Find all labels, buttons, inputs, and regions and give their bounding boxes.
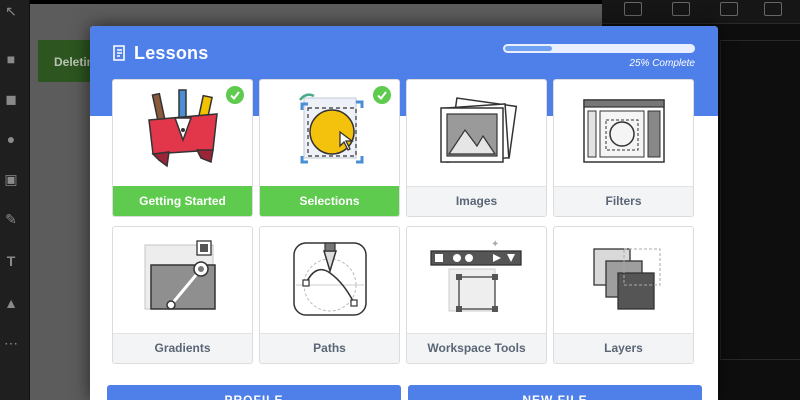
lesson-card-paths[interactable]: Paths	[259, 226, 400, 364]
lesson-card-selections[interactable]: Selections	[259, 79, 400, 217]
background-panel-border	[720, 40, 800, 360]
profile-button[interactable]: PROFILE	[107, 385, 401, 400]
lesson-label: Paths	[260, 333, 399, 363]
progress-bar	[503, 44, 695, 53]
arrow-tool-icon: ↖	[5, 3, 17, 19]
crop-tool-icon: ▣	[4, 171, 18, 187]
rounded-square-tool-icon: ◼	[5, 91, 17, 107]
lesson-label: Gradients	[113, 333, 252, 363]
filter-window-icon	[583, 99, 665, 163]
pen-path-icon	[293, 242, 367, 316]
lesson-card-images[interactable]: Images	[406, 79, 547, 217]
gradient-tool-icon	[144, 240, 216, 310]
svg-text:✦: ✦	[491, 239, 499, 250]
lesson-label: Getting Started	[113, 186, 252, 216]
lessons-modal: Lessons 25% Complete Getting Started Sel…	[90, 26, 718, 400]
lesson-card-getting-started[interactable]: Getting Started	[112, 79, 253, 217]
pencil-tool-icon: ✎	[5, 211, 17, 227]
topbar-icon	[764, 2, 782, 16]
text-tool-icon: T	[6, 253, 16, 269]
circle-tool-icon: ●	[6, 131, 16, 147]
bucket-tool-icon: ▲	[4, 295, 18, 311]
new-file-button[interactable]: NEW FILE	[408, 385, 702, 400]
topbar-icon	[720, 2, 738, 16]
lesson-label: Filters	[554, 186, 693, 216]
more-tools-icon: ⋯	[4, 335, 18, 351]
background-topbar	[602, 0, 800, 24]
lesson-card-gradients[interactable]: Gradients	[112, 226, 253, 364]
lesson-label: Workspace Tools	[407, 333, 546, 363]
topbar-icon	[624, 2, 642, 16]
completed-check-icon	[226, 86, 244, 104]
layers-icon	[593, 248, 661, 310]
lesson-card-workspace-tools[interactable]: ✦ Workspace Tools	[406, 226, 547, 364]
workspace-tools-icon: ✦	[430, 239, 522, 312]
lesson-label: Images	[407, 186, 546, 216]
progress-text: 25% Complete	[629, 58, 695, 69]
lesson-label: Layers	[554, 333, 693, 363]
square-tool-icon: ■	[6, 51, 16, 67]
lesson-card-filters[interactable]: Filters	[553, 79, 694, 217]
completed-check-icon	[373, 86, 391, 104]
lessons-book-icon	[113, 45, 125, 61]
modal-title: Lessons	[134, 43, 209, 63]
topbar-icon	[672, 2, 690, 16]
progress-fill	[505, 46, 552, 51]
lesson-label: Selections	[260, 186, 399, 216]
background-toolbar: ↖ ■ ◼ ● ▣ ✎ T ▲ ⋯	[0, 0, 30, 400]
image-stack-icon	[440, 97, 518, 163]
lesson-card-layers[interactable]: Layers	[553, 226, 694, 364]
